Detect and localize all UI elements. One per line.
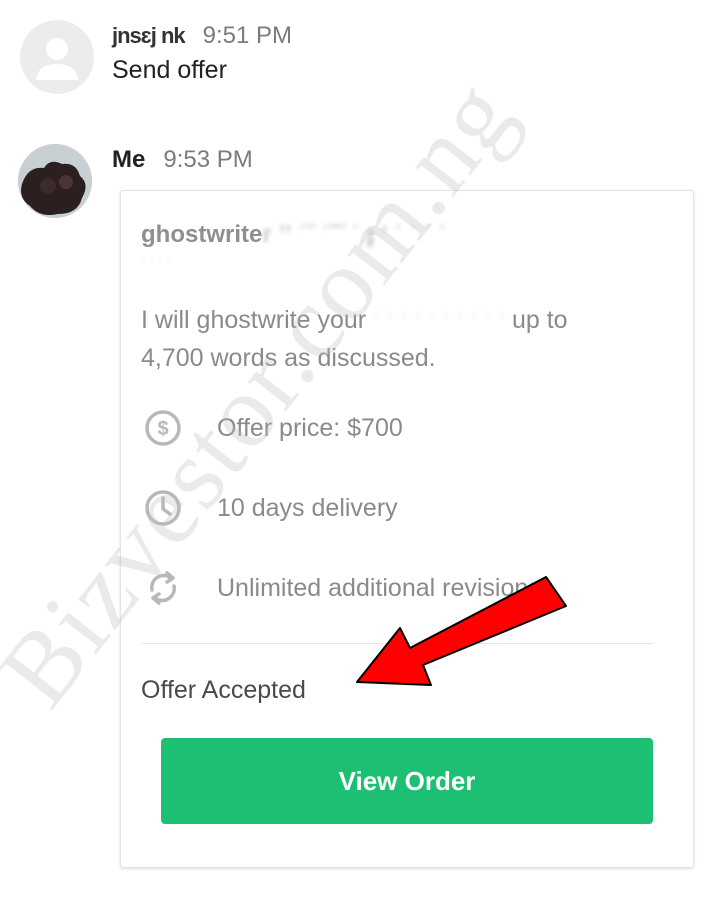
avatar-photo[interactable] [18,144,92,218]
delivery-label: 10 days delivery [217,493,398,522]
svg-text:$: $ [157,418,168,440]
gig-title[interactable]: ghostwriter ʼʼ ˈ˝ ˈ˝˝ ˈ ɟ ʼ ˈ ˈ ˈ ˈ [141,221,671,249]
description-line2: 4,700 words as discussed. [141,344,436,372]
description-redacted: ˑ ˑ ˑ ˑ ˑ ˑ ˑ ˑ ˑ ˑ [373,306,506,334]
gig-title-text: ghostwrite [141,221,263,248]
offer-price-row: $ Offer price: $700 [141,406,403,450]
offer-description: I will ghostwrite your ˑ ˑ ˑ ˑ ˑ ˑ ˑ ˑ ˑ… [141,301,671,377]
revisions-icon [141,566,185,610]
divider [141,643,653,644]
clock-icon [141,486,185,530]
revisions-label: Unlimited additional revisions [217,573,541,602]
delivery-row: 10 days delivery [141,486,398,530]
avatar-default-icon[interactable] [20,20,94,94]
message-2-meta: Me 9:53 PM [112,146,253,174]
revisions-row: Unlimited additional revisions [141,566,541,610]
dollar-circle-icon: $ [141,406,185,450]
sender-name[interactable]: Me [112,146,145,174]
offer-card: ghostwriter ʼʼ ˈ˝ ˈ˝˝ ˈ ɟ ʼ ˈ ˈ ˈ ˈ ˈ ˈ … [120,190,694,868]
sender-name[interactable]: jnsɛj nk [112,23,186,49]
offer-price-label: Offer price: $700 [217,413,403,442]
gig-title-redacted: r ʼʼ ˈ˝ ˈ˝˝ ˈ ɟ ʼ ˈ ˈ ˈ ˈ [262,221,447,248]
message-text: Send offer [112,56,227,84]
description-start: I will ghostwrite your [141,306,367,334]
message-time: 9:53 PM [163,146,253,173]
message-1-meta: jnsɛj nk 9:51 PM [112,22,292,50]
message-time: 9:51 PM [202,22,293,49]
gig-subtitle-redacted: ˈ ˈ ˈ ˈ [141,255,172,271]
offer-status: Offer Accepted [141,676,306,704]
description-end: up to [511,306,568,334]
view-order-button[interactable]: View Order [161,738,653,824]
